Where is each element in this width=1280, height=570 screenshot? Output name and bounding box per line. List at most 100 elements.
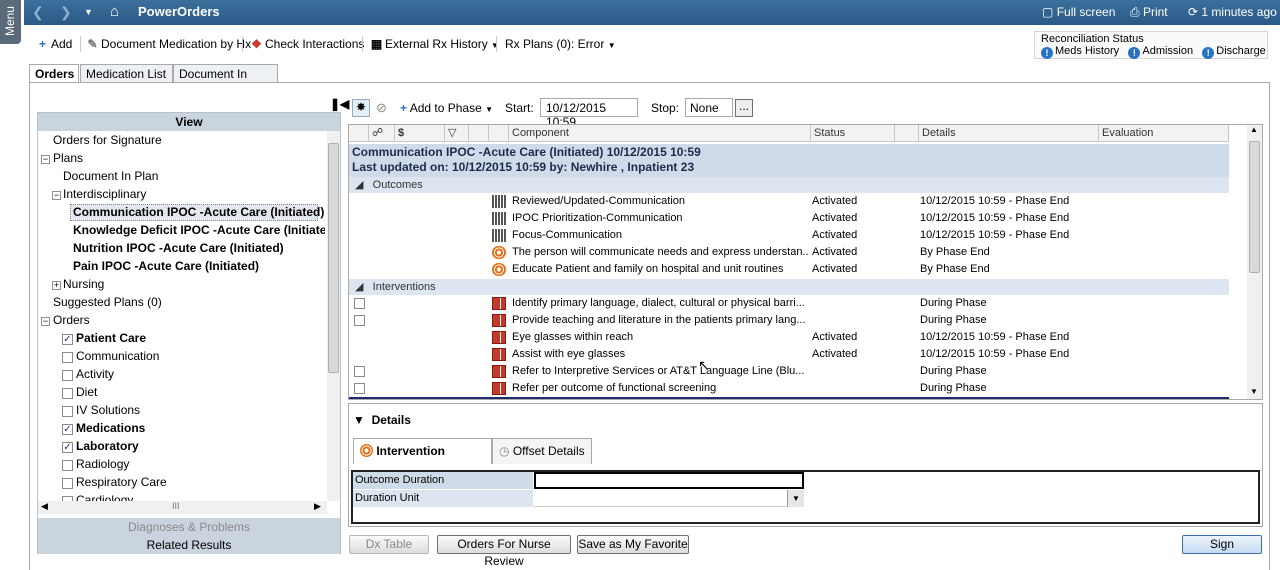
order-category-checkbox[interactable]	[62, 406, 73, 417]
table-row[interactable]: Refer to Interpretive Services or AT&T L…	[349, 363, 1229, 380]
menu-button[interactable]: Menu	[0, 0, 21, 44]
order-category-communication[interactable]: Communication	[76, 349, 159, 363]
outcomes-section-header[interactable]: ◢ Outcomes	[349, 177, 1229, 193]
table-row[interactable]: IPOC Prioritization-Communication Activat…	[349, 210, 1229, 227]
tab-orders[interactable]: Orders	[29, 64, 79, 83]
history-dropdown-icon[interactable]: ▼	[84, 7, 93, 17]
external-rx-history-button[interactable]: ▦ External Rx History ▼	[370, 37, 499, 51]
table-row[interactable]: Eye glasses within reach Activated 10/12/2…	[349, 329, 1229, 346]
lightbulb-icon[interactable]: ✸	[352, 99, 370, 117]
scroll-up-icon[interactable]: ▲	[1250, 125, 1258, 134]
cancel-icon[interactable]: ⊘	[376, 100, 387, 116]
document-medication-button[interactable]: ✎ Document Medication by Hx	[86, 37, 251, 51]
details-column-header[interactable]: Details	[919, 125, 1099, 142]
collapse-orders-icon[interactable]: −	[41, 317, 50, 326]
order-category-medications[interactable]: Medications	[76, 421, 145, 435]
order-category-radiology[interactable]: Radiology	[76, 457, 129, 471]
collapse-left-panel-icon[interactable]: ❚◀	[330, 97, 349, 111]
interventions-section-header[interactable]: ◢ Interventions	[349, 279, 1229, 295]
admission-link[interactable]: ! Admission	[1128, 45, 1193, 59]
scroll-right-icon[interactable]: ▶	[314, 501, 321, 512]
suggested-plans-node[interactable]: Suggested Plans (0)	[53, 295, 162, 309]
scroll-left-icon[interactable]: ◀	[41, 501, 48, 512]
order-category-checkbox[interactable]	[62, 388, 73, 399]
grid-vertical-scrollbar[interactable]: ▲ ▼	[1247, 125, 1262, 399]
table-row[interactable]: Assist with eye glasses Activated 10/12/20…	[349, 346, 1229, 363]
document-in-plan-node[interactable]: Document In Plan	[63, 169, 158, 183]
start-date-input[interactable]: 10/12/2015 10:59	[540, 98, 638, 129]
order-category-checkbox[interactable]	[62, 352, 73, 363]
order-category-activity[interactable]: Activity	[76, 367, 114, 381]
save-as-favorite-button[interactable]: Save as My Favorite	[577, 535, 689, 554]
tab-document-in-plan[interactable]: Document In Plan	[173, 64, 278, 95]
tab-intervention-details[interactable]: Intervention Details	[353, 438, 492, 482]
back-icon[interactable]: ❮	[32, 4, 44, 21]
status-column-header[interactable]: Status	[811, 125, 895, 142]
add-button[interactable]: + Add	[36, 37, 72, 51]
scroll-grip-icon[interactable]: III	[172, 501, 180, 511]
table-row[interactable]: Focus-Communication Activated 10/12/2015 1…	[349, 227, 1229, 244]
dx-table-button[interactable]: Dx Table	[349, 535, 429, 554]
full-screen-button[interactable]: ▢ Full screen	[1042, 5, 1115, 19]
orders-for-signature[interactable]: Orders for Signature	[53, 133, 162, 147]
collapse-icon[interactable]: ◢	[355, 281, 363, 293]
order-category-checkbox[interactable]	[62, 478, 73, 489]
interdisciplinary-node[interactable]: Interdisciplinary	[63, 187, 146, 201]
orders-node[interactable]: Orders	[53, 313, 90, 327]
vertical-scrollbar[interactable]	[327, 131, 340, 501]
stop-date-picker-button[interactable]: ...	[735, 99, 753, 117]
order-category-checkbox[interactable]: ✓	[62, 442, 73, 453]
component-column-header[interactable]: Component	[509, 125, 811, 142]
discharge-link[interactable]: ! Discharge	[1202, 45, 1266, 59]
home-icon[interactable]: ⌂	[110, 3, 119, 20]
collapse-icon[interactable]: ▼	[353, 413, 365, 427]
order-category-checkbox[interactable]	[62, 460, 73, 471]
tab-offset-details[interactable]: ◷ Offset Details	[492, 438, 592, 464]
rx-plans-button[interactable]: Rx Plans (0): Error ▼	[505, 37, 616, 51]
collapse-plans-icon[interactable]: −	[41, 155, 50, 164]
stop-date-input[interactable]: None	[685, 98, 733, 117]
table-row[interactable]: Provide teaching and literature in the p…	[349, 312, 1229, 329]
order-category-diet[interactable]: Diet	[76, 385, 97, 399]
orders-for-nurse-review-button[interactable]: Orders For Nurse Review	[437, 535, 571, 568]
table-row[interactable]: Identify primary language, dialect, cult…	[349, 295, 1229, 312]
print-button[interactable]: ⎙ Print	[1130, 5, 1168, 20]
tab-medication-list[interactable]: Medication List	[80, 64, 173, 82]
nursing-node[interactable]: Nursing	[63, 277, 104, 291]
order-category-respiratory-care[interactable]: Respiratory Care	[76, 475, 167, 489]
dropdown-icon[interactable]: ▼	[787, 490, 804, 507]
evaluation-column-header[interactable]: Evaluation	[1099, 125, 1229, 142]
row-checkbox[interactable]	[354, 298, 365, 309]
row-checkbox[interactable]	[354, 315, 365, 326]
duration-unit-select[interactable]: ▼	[534, 490, 804, 507]
expand-nursing-icon[interactable]: +	[52, 281, 61, 290]
scroll-thumb[interactable]	[328, 143, 339, 373]
check-interactions-button[interactable]: ❖ Check Interactions	[250, 37, 364, 51]
plan-item-nutrition[interactable]: Nutrition IPOC -Acute Care (Initiated)	[73, 241, 284, 255]
order-category-iv-solutions[interactable]: IV Solutions	[76, 403, 140, 417]
forward-icon[interactable]: ❯	[60, 4, 72, 21]
add-to-phase-button[interactable]: + Add to Phase ▼	[400, 101, 493, 115]
outcome-duration-input[interactable]	[534, 472, 804, 489]
plan-item-pain[interactable]: Pain IPOC -Acute Care (Initiated)	[73, 259, 259, 273]
refresh-button[interactable]: ⟳ 1 minutes ago	[1188, 5, 1277, 19]
row-checkbox[interactable]	[354, 366, 365, 377]
details-header[interactable]: ▼ Details	[353, 413, 411, 427]
scroll-thumb[interactable]	[1249, 141, 1260, 273]
order-category-checkbox[interactable]: ✓	[62, 334, 73, 345]
filter-icon[interactable]: ▽	[445, 125, 469, 142]
table-row[interactable]: Educate Patient and family on hospital a…	[349, 261, 1229, 278]
related-results-header[interactable]: Related Results	[38, 536, 340, 554]
order-category-patient-care[interactable]: Patient Care	[76, 331, 146, 345]
plan-item-knowledge-deficit[interactable]: Knowledge Deficit IPOC -Acute Care (Init…	[73, 223, 325, 237]
sign-button[interactable]: Sign	[1182, 535, 1262, 554]
order-category-checkbox[interactable]	[62, 370, 73, 381]
plan-item-communication[interactable]: Communication IPOC -Acute Care (Initiate…	[73, 205, 324, 219]
collapse-interdisciplinary-icon[interactable]: −	[52, 191, 61, 200]
row-checkbox[interactable]	[354, 383, 365, 394]
scroll-down-icon[interactable]: ▼	[1250, 387, 1258, 396]
collapse-icon[interactable]: ◢	[355, 179, 363, 191]
diagnoses-problems-header[interactable]: Diagnoses & Problems	[38, 518, 340, 536]
horizontal-scrollbar[interactable]: ◀ III ▶	[38, 501, 327, 514]
table-row[interactable]: The person will communicate needs and ex…	[349, 244, 1229, 261]
